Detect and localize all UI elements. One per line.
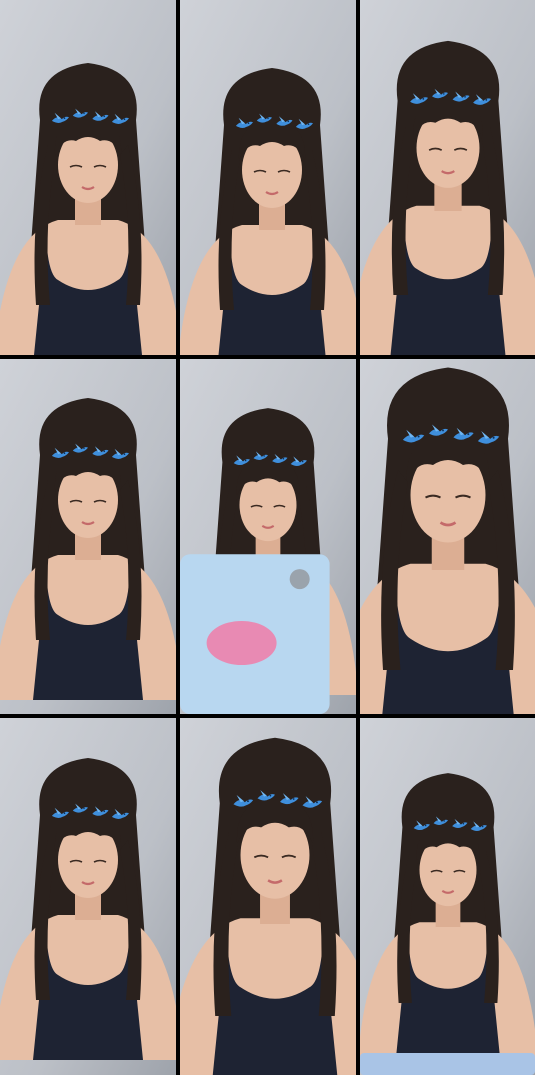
photo-panel-9 <box>360 718 535 1075</box>
tablet <box>180 554 330 714</box>
photo-scene <box>180 0 356 355</box>
tablet-camera <box>289 569 310 590</box>
photo-scene <box>180 718 356 1075</box>
photo-scene <box>0 718 176 1075</box>
photo-panel-8 <box>180 718 356 1075</box>
photo-collage <box>0 0 535 1075</box>
photo-panel-3 <box>360 0 535 355</box>
photo-scene <box>0 359 176 714</box>
photo-panel-2 <box>180 0 356 355</box>
photo-scene <box>0 0 176 355</box>
photo-scene <box>180 359 356 714</box>
tablet <box>360 1053 535 1075</box>
tablet-sticker <box>206 621 277 665</box>
photo-panel-7 <box>0 718 176 1075</box>
photo-panel-6 <box>360 359 535 714</box>
tablet-edge <box>360 1053 535 1075</box>
photo-scene <box>360 718 535 1075</box>
photo-panel-4 <box>0 359 176 714</box>
photo-panel-1 <box>0 0 176 355</box>
photo-scene <box>360 0 535 355</box>
photo-scene <box>360 359 535 714</box>
photo-panel-5 <box>180 359 356 714</box>
